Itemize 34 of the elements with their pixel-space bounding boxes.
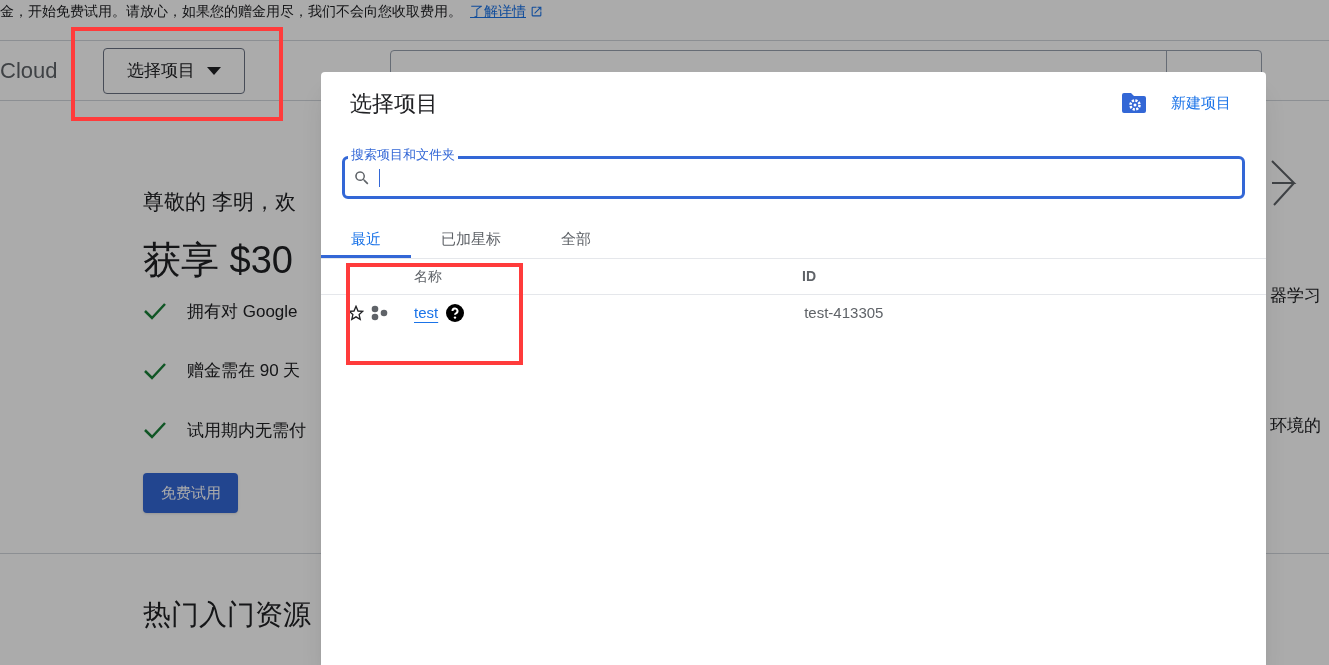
banner-text: 金，开始免费试用。请放心，如果您的赠金用尽，我们不会向您收取费用。 [0, 2, 462, 21]
project-id: test-413305 [804, 302, 884, 323]
check-icon [143, 361, 167, 380]
free-trial-button[interactable]: 免费试用 [143, 473, 238, 513]
learn-more-link[interactable]: 了解详情 [470, 1, 543, 22]
tab[interactable]: 最近 [321, 223, 411, 258]
project-picker-button[interactable]: 选择项目 [103, 47, 245, 94]
external-link-icon [530, 5, 543, 18]
text-cursor [379, 168, 380, 187]
credit-headline: 获享 $30 [143, 237, 293, 283]
project-link[interactable]: test [414, 301, 439, 325]
welcome-text: 尊敬的 李明，欢 [143, 189, 296, 215]
dropdown-caret-icon [207, 66, 221, 75]
feature-text: 环境的 [1270, 414, 1321, 437]
folder-settings-icon[interactable] [1121, 92, 1147, 114]
search-icon [353, 168, 371, 187]
check-icon [143, 421, 167, 440]
help-icon[interactable] [446, 304, 465, 322]
column-header: 名称 [414, 267, 443, 286]
field-label: 搜索项目和文件夹 [348, 148, 458, 161]
tab[interactable]: 已加星标 [411, 223, 531, 258]
new-project-link[interactable]: 新建项目 [1171, 91, 1231, 115]
dialog-title: 选择项目 [350, 89, 439, 118]
check-icon [143, 302, 167, 321]
feature-text: 器学习 [1270, 285, 1321, 307]
section-heading: 热门入门资源 [143, 598, 312, 632]
project-icon [371, 305, 389, 321]
benefit-text: 拥有对 Google [187, 300, 298, 323]
tab[interactable]: 全部 [531, 223, 621, 258]
product-name: Cloud [0, 57, 59, 85]
star-icon[interactable] [348, 305, 364, 321]
benefit-text: 试用期内无需付 [187, 419, 306, 442]
benefit-text: 赠金需在 90 天 [187, 360, 301, 382]
column-header: ID [802, 267, 816, 286]
